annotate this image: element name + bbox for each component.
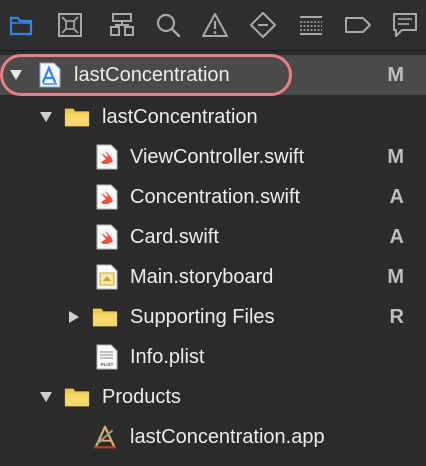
folder-icon xyxy=(9,16,33,36)
disclosure-triangle-icon[interactable] xyxy=(38,109,54,125)
find-navigator-button[interactable] xyxy=(153,10,183,40)
tree-row-project[interactable]: lastConcentration M xyxy=(0,55,426,95)
source-control-status: A xyxy=(389,226,404,248)
tree-row-file[interactable]: ViewController.swift M xyxy=(0,137,426,177)
project-navigator-button[interactable] xyxy=(6,10,36,40)
breakpoint-navigator-button[interactable] xyxy=(343,10,373,40)
folder-icon xyxy=(92,304,118,330)
plist-badge: PLIST xyxy=(101,362,114,367)
tree-row-file[interactable]: PLIST Info.plist xyxy=(0,337,426,377)
tree-row-file[interactable]: Concentration.swift A xyxy=(0,177,426,217)
diamond-icon xyxy=(250,12,276,38)
disclosure-triangle-icon[interactable] xyxy=(8,67,24,83)
source-control-icon xyxy=(58,13,82,37)
folder-icon xyxy=(64,384,90,410)
group-label: Supporting Files xyxy=(130,306,275,328)
group-label: Products xyxy=(102,386,181,408)
debug-navigator-button[interactable] xyxy=(296,10,326,40)
tree-row-group[interactable]: lastConcentration xyxy=(0,97,426,137)
file-label: ViewController.swift xyxy=(130,146,305,168)
folder-icon xyxy=(64,104,90,130)
list-icon xyxy=(300,16,322,35)
source-control-status: A xyxy=(389,186,404,208)
test-navigator-button[interactable] xyxy=(248,10,278,40)
tag-icon xyxy=(345,17,371,33)
file-label: Concentration.swift xyxy=(130,186,301,208)
source-control-navigator-button[interactable] xyxy=(55,10,85,40)
swift-file-icon xyxy=(94,184,120,210)
tree-row-group[interactable]: Products xyxy=(0,377,426,417)
storyboard-file-icon xyxy=(94,264,120,290)
source-control-status: M xyxy=(387,64,404,86)
file-label: lastConcentration.app xyxy=(130,426,325,448)
tree-row-file[interactable]: lastConcentration.app xyxy=(0,417,426,457)
message-icon xyxy=(393,13,417,37)
swift-file-icon xyxy=(94,144,120,170)
file-label: Main.storyboard xyxy=(130,266,274,288)
source-control-status: M xyxy=(387,146,404,168)
warning-icon xyxy=(202,13,228,37)
navigator-toolbar xyxy=(0,0,426,51)
hierarchy-icon xyxy=(110,13,134,36)
plist-file-icon: PLIST xyxy=(94,344,120,370)
project-label: lastConcentration xyxy=(74,64,230,86)
disclosure-triangle-icon[interactable] xyxy=(38,389,54,405)
tree-row-group[interactable]: Supporting Files R xyxy=(0,297,426,337)
issue-navigator-button[interactable] xyxy=(200,10,230,40)
tree-row-file[interactable]: Main.storyboard M xyxy=(0,257,426,297)
swift-file-icon xyxy=(94,224,120,250)
symbol-navigator-button[interactable] xyxy=(107,10,137,40)
xcode-project-icon xyxy=(37,62,63,88)
report-navigator-button[interactable] xyxy=(390,10,420,40)
group-label: lastConcentration xyxy=(102,106,258,128)
tree-row-file[interactable]: Card.swift A xyxy=(0,217,426,257)
app-product-icon xyxy=(92,424,118,450)
file-label: Card.swift xyxy=(130,226,219,248)
search-icon xyxy=(156,13,181,38)
source-control-status: R xyxy=(389,306,404,328)
disclosure-triangle-icon[interactable] xyxy=(66,309,82,325)
file-label: Info.plist xyxy=(130,346,205,368)
source-control-status: M xyxy=(387,266,404,288)
